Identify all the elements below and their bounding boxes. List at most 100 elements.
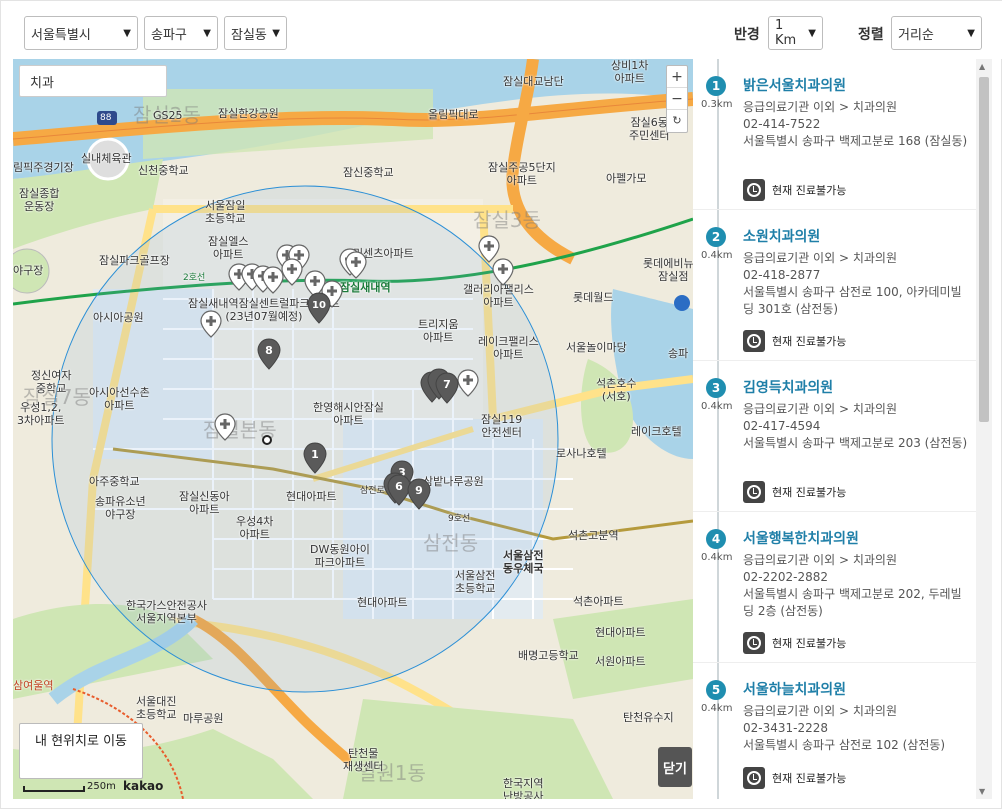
map-label-samjeon: 삼전동 bbox=[423, 531, 479, 555]
map-label-jamsil-elem: 서울잠일 초등학교 bbox=[205, 199, 246, 225]
map-label-sincheon-school: 신천중학교 bbox=[138, 164, 189, 177]
map-label-daeji: 서울대진 초등학교 bbox=[136, 695, 177, 721]
result-number: 1 bbox=[706, 76, 726, 96]
map-label-jeongsin: 정신여자 중학교 bbox=[31, 369, 72, 395]
map-label-tancheon-yu: 탄천유수지 bbox=[623, 711, 674, 724]
map-label-jamsin-apt: 잠실신동아 아파트 bbox=[179, 490, 230, 516]
map-label-asia-park: 아시아공원 bbox=[93, 311, 144, 324]
map-label-lake-hotel: 레이크호텔 bbox=[631, 425, 682, 438]
clock-icon bbox=[743, 179, 765, 201]
sort-select-value: 거리순 bbox=[898, 27, 934, 43]
chevron-down-icon: ▼ bbox=[123, 27, 131, 39]
map-label-hyundai3: 현대아파트 bbox=[595, 626, 646, 639]
result-status-text: 현재 진료불가능 bbox=[772, 335, 847, 348]
map-label-tancheon-park: 탄천물 재생센터 bbox=[343, 747, 384, 773]
list-item[interactable]: 3 0.4km 김영득치과의원 응급의료기관 이외 > 치과의원 02-417-… bbox=[693, 361, 976, 512]
list-item[interactable]: 4 0.4km 서울행복한치과의원 응급의료기관 이외 > 치과의원 02-22… bbox=[693, 512, 976, 663]
radius-select-value: 1 Km bbox=[775, 18, 797, 48]
list-scrollbar[interactable]: ▲ ▼ bbox=[976, 59, 992, 799]
app: 서울특별시 ▼ 송파구 ▼ 잠실동 ▼ 반경 1 Km ▼ 정렬 거리순 ▼ 잠… bbox=[0, 0, 1002, 809]
map-label-seowon: 서원아파트 bbox=[595, 655, 646, 668]
city-select[interactable]: 서울특별시 ▼ bbox=[24, 16, 138, 50]
close-map-button[interactable]: 닫기 bbox=[658, 747, 692, 787]
map-brand-logo: kakao bbox=[123, 779, 164, 793]
map-label-samjeon-elem: 서울삼전 초등학교 bbox=[455, 569, 496, 595]
result-status-text: 현재 진료불가능 bbox=[772, 772, 847, 785]
map-label-songpa: 송파 bbox=[668, 347, 689, 360]
dong-select[interactable]: 잠실동 ▼ bbox=[224, 16, 287, 50]
map-view[interactable]: 잠실2동 잠실3동 잠실본동 삼전동 잠실7동 일원1동 잠실한강공원 올림픽대… bbox=[13, 59, 693, 799]
chevron-down-icon: ▼ bbox=[808, 27, 816, 39]
scale-label: 250m bbox=[87, 781, 116, 792]
zoom-in-button[interactable]: + bbox=[667, 66, 687, 88]
map-label-lcents: 리센츠아파트 bbox=[353, 247, 414, 260]
result-phone: 02-418-2877 bbox=[743, 268, 821, 282]
result-name[interactable]: 서울하늘치과의원 bbox=[743, 679, 846, 699]
map-label-galleria: 갤러리아팰리스 아파트 bbox=[463, 283, 534, 309]
map-label-woosung4: 우성4차 아파트 bbox=[236, 515, 274, 541]
map-search-input[interactable]: 치과 bbox=[19, 65, 167, 97]
map-label-samyeol: 삼여울역 bbox=[13, 679, 54, 692]
result-phone: 02-3431-2228 bbox=[743, 721, 829, 735]
district-select-value: 송파구 bbox=[151, 27, 187, 43]
map-label-seokchon-apt: 석촌아파트 bbox=[573, 595, 624, 608]
result-name[interactable]: 서울행복한치과의원 bbox=[743, 528, 859, 548]
map-label-olympic-road: 올림픽대로 bbox=[428, 108, 479, 121]
chevron-down-icon: ▼ bbox=[203, 27, 211, 39]
map-label-station-119: 잠실119 안전센터 bbox=[481, 413, 523, 439]
map-label-seokchon-lake: 석촌호수 (서호) bbox=[596, 377, 637, 403]
result-number: 5 bbox=[706, 680, 726, 700]
result-number: 4 bbox=[706, 529, 726, 549]
clock-icon bbox=[743, 767, 765, 789]
result-name[interactable]: 밝은서울치과의원 bbox=[743, 75, 846, 95]
scrollbar-thumb[interactable] bbox=[979, 77, 989, 422]
result-distance: 0.4km bbox=[701, 250, 733, 261]
scroll-down-icon[interactable]: ▼ bbox=[979, 787, 985, 796]
map-label-lake-palace: 레이크팰리스 아파트 bbox=[478, 335, 539, 361]
result-name[interactable]: 김영득치과의원 bbox=[743, 377, 833, 397]
map-label-hyundai1: 현대아파트 bbox=[286, 490, 337, 503]
result-category: 응급의료기관 이외 > 치과의원 bbox=[743, 704, 897, 718]
map-label-road88: 88 bbox=[100, 113, 112, 123]
map-label-hyundai2: 현대아파트 bbox=[357, 596, 408, 609]
map-label-trizium: 트리지움 아파트 bbox=[418, 318, 459, 344]
list-item[interactable]: 2 0.4km 소원치과의원 응급의료기관 이외 > 치과의원 02-418-2… bbox=[693, 210, 976, 361]
result-name[interactable]: 소원치과의원 bbox=[743, 226, 820, 246]
radius-select[interactable]: 1 Km ▼ bbox=[768, 16, 823, 50]
map-scale: 250m bbox=[23, 781, 116, 792]
sort-select[interactable]: 거리순 ▼ bbox=[891, 16, 982, 50]
map-label-baemyeong: 배명고등학교 bbox=[518, 649, 579, 662]
district-select[interactable]: 송파구 ▼ bbox=[144, 16, 218, 50]
chevron-down-icon: ▼ bbox=[967, 27, 975, 39]
map-label-sports: 실내체육관 bbox=[81, 152, 132, 165]
map-label-hanyoung: 한영해시안잠실 아파트 bbox=[313, 401, 384, 427]
reset-icon[interactable]: ↻ bbox=[667, 110, 687, 132]
locate-me-button[interactable]: 내 현위치로 이동 bbox=[19, 723, 143, 779]
list-item[interactable]: 1 0.3km 밝은서울치과의원 응급의료기관 이외 > 치과의원 02-414… bbox=[693, 59, 976, 210]
result-category: 응급의료기관 이외 > 치과의원 bbox=[743, 100, 897, 114]
result-distance: 0.4km bbox=[701, 703, 733, 714]
result-address: 서울특별시 송파구 삼전로 100, 아카데미빌딩 301호 (삼전동) bbox=[743, 285, 962, 316]
scroll-up-icon[interactable]: ▲ bbox=[979, 62, 985, 71]
result-status: 현재 진료불가능 bbox=[743, 179, 846, 201]
map-label-post: 서울삼전 동우체국 bbox=[503, 549, 544, 575]
line-3-badge bbox=[674, 295, 690, 311]
map-search-value: 치과 bbox=[30, 75, 54, 91]
zoom-out-button[interactable]: − bbox=[667, 88, 687, 110]
map-label-center-apt: 잠실새내역잠실센트럴파크아파트 (23년07월예정) bbox=[188, 297, 340, 323]
map-label-korea-region: 한국지역 난방공사 bbox=[503, 777, 544, 799]
result-distance: 0.3km bbox=[701, 99, 733, 110]
clock-icon bbox=[743, 632, 765, 654]
result-distance: 0.4km bbox=[701, 552, 733, 563]
list-item[interactable]: 5 0.4km 서울하늘치과의원 응급의료기관 이외 > 치과의원 02-343… bbox=[693, 663, 976, 799]
result-category: 응급의료기관 이외 > 치과의원 bbox=[743, 553, 897, 567]
scale-bar bbox=[23, 786, 85, 792]
map-label-dw: DW동원아이 파크아파트 bbox=[310, 543, 370, 569]
sort-label: 정렬 bbox=[858, 27, 884, 43]
map-label-sinae-station: 잠실새내역 bbox=[340, 281, 391, 294]
clock-icon bbox=[743, 330, 765, 352]
map-label-ajung: 아주중학교 bbox=[89, 475, 140, 488]
city-select-value: 서울특별시 bbox=[31, 27, 91, 43]
map-label-sangbuk: 상비1차 아파트 bbox=[611, 59, 649, 85]
result-status-text: 현재 진료불가능 bbox=[772, 637, 847, 650]
